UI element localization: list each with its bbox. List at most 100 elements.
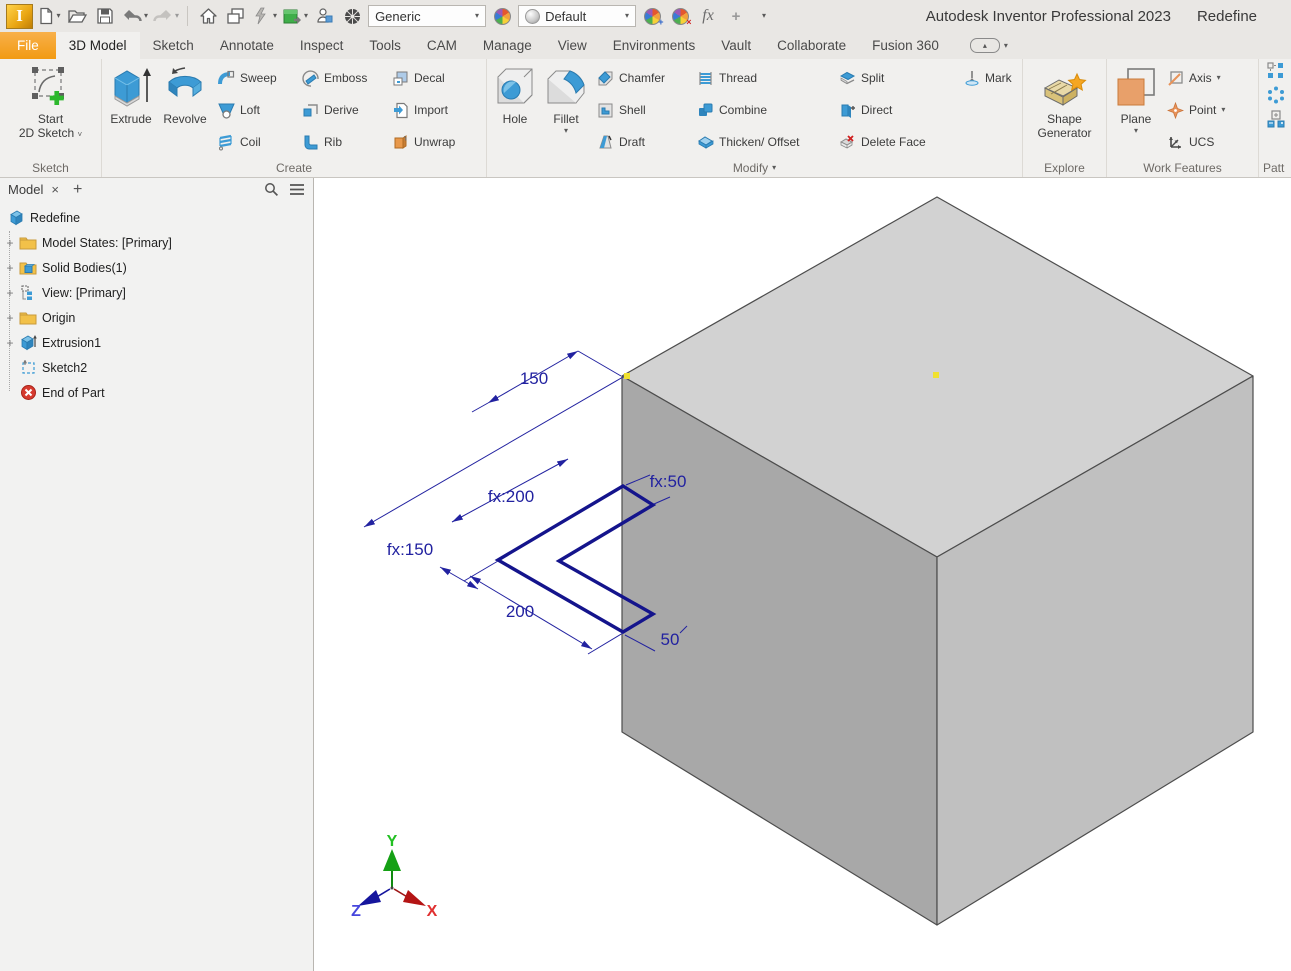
revolve-button[interactable]: Revolve [158,62,212,158]
tab-sketch[interactable]: Sketch [140,32,207,59]
adjust-appearance-button[interactable]: + [640,3,664,29]
tree-item-sketch2[interactable]: Sketch2 [0,355,313,380]
import-button[interactable]: Import [388,100,484,121]
ucs-button[interactable]: UCS [1163,132,1255,153]
rectangular-pattern-icon[interactable] [1267,62,1285,80]
web-help-button[interactable] [340,3,364,29]
unwrap-button[interactable]: Unwrap [388,132,484,153]
tab-environments[interactable]: Environments [600,32,709,59]
undo-caret-icon[interactable]: ▾ [144,12,148,20]
dim-fx150[interactable]: fx:150 [387,540,433,559]
tab-view[interactable]: View [545,32,600,59]
thicken-offset-button[interactable]: Thicken/ Offset [693,132,835,153]
chamfer-button[interactable]: Chamfer [593,68,693,89]
tree-item-extrusion1[interactable]: + Extrusion1 [0,330,313,355]
add-command-button[interactable]: + [724,3,748,29]
browser-search-icon[interactable] [264,182,279,197]
switch-windows-button[interactable] [224,3,248,29]
tab-annotate[interactable]: Annotate [207,32,287,59]
tree-item-model-states[interactable]: + Model States: [Primary] [0,230,313,255]
rib-button[interactable]: Rib [298,132,388,153]
sweep-button[interactable]: Sweep [214,68,298,89]
tree-item-end-of-part[interactable]: End of Part [0,380,313,405]
tree-item-view[interactable]: + View: [Primary] [0,280,313,305]
plane-button[interactable]: Plane ▾ [1111,62,1161,158]
viewport-canvas[interactable]: 150 fx:200 fx:150 200 fx:50 50 [314,178,1291,966]
direct-button[interactable]: Direct [835,100,959,121]
delete-face-button[interactable]: Delete Face [835,132,959,153]
circular-pattern-icon[interactable] [1267,86,1285,104]
tree-item-redefine[interactable]: Redefine [0,205,313,230]
material-select[interactable]: Generic ▾ [368,5,486,27]
new-file-button[interactable]: ▾ [37,3,61,29]
tab-fusion-360[interactable]: Fusion 360 [859,32,952,59]
dim-fx200[interactable]: fx:200 [488,487,534,506]
quick-command-button[interactable]: ▾ [252,3,277,29]
dim-150[interactable]: 150 [520,369,548,388]
expand-icon[interactable]: + [2,261,18,275]
start-2d-sketch-button[interactable]: Start 2D Sketch ˅ [16,62,85,158]
browser-tab-model[interactable]: Model [8,182,43,197]
tab-file[interactable]: File [0,32,56,59]
point-caret-icon[interactable]: ▾ [1221,106,1225,114]
fillet-caret-icon[interactable]: ▾ [564,127,568,135]
coil-button[interactable]: Coil [214,132,298,153]
ribbon-collapse-caret-icon[interactable]: ▾ [1004,42,1008,50]
draft-button[interactable]: Draft [593,132,693,153]
decal-button[interactable]: Decal [388,68,484,89]
dim-200[interactable]: 200 [506,602,534,621]
new-file-caret-icon[interactable]: ▾ [56,12,60,20]
fillet-button[interactable]: Fillet ▾ [541,62,591,158]
mirror-icon[interactable] [1267,110,1285,128]
split-button[interactable]: Split [835,68,959,89]
loft-button[interactable]: Loft [214,100,298,121]
quick-command-caret-icon[interactable]: ▾ [273,12,277,20]
appearance-select[interactable]: Default ▾ [518,5,636,27]
panel-label-create[interactable]: Create [102,158,486,177]
open-button[interactable] [65,3,89,29]
thread-button[interactable]: Thread [693,68,835,89]
panel-label-pattern[interactable]: Patt [1259,158,1291,177]
material-caret-icon[interactable]: ▾ [304,12,308,20]
inventor-logo-icon[interactable]: I [6,4,33,29]
axis-caret-icon[interactable]: ▾ [1217,74,1221,82]
panel-label-explore[interactable]: Explore [1023,158,1106,177]
panel-label-work-features[interactable]: Work Features [1107,158,1258,177]
tab-3d-model[interactable]: 3D Model [56,32,140,59]
browser-close-icon[interactable]: × [51,182,59,197]
panel-label-sketch[interactable]: Sketch [0,158,101,177]
expand-icon[interactable]: + [2,286,18,300]
model-viewport[interactable]: 150 fx:200 fx:150 200 fx:50 50 [314,178,1291,971]
browser-add-tab-icon[interactable]: + [73,181,82,199]
ribbon-collapse-button[interactable]: ▴ [970,38,1000,53]
axis-button[interactable]: Axis ▾ [1163,68,1255,89]
user-properties-button[interactable] [312,3,336,29]
plane-caret-icon[interactable]: ▾ [1134,127,1138,135]
shape-generator-button[interactable]: Shape Generator [1034,62,1094,158]
tab-vault[interactable]: Vault [708,32,764,59]
expand-icon[interactable]: + [2,311,18,325]
hole-button[interactable]: Hole [491,62,539,158]
tab-tools[interactable]: Tools [356,32,414,59]
expand-icon[interactable]: + [2,236,18,250]
save-button[interactable] [93,3,117,29]
emboss-button[interactable]: Emboss [298,68,388,89]
sketch-point-corner[interactable] [624,373,630,379]
dim-fx50[interactable]: fx:50 [650,472,687,491]
sketch-point-top-face[interactable] [933,372,939,378]
qat-overflow-button[interactable]: ▾ [752,3,776,29]
material-browser-button[interactable]: ▾ [281,3,308,29]
point-button[interactable]: Point ▾ [1163,100,1255,121]
combine-button[interactable]: Combine [693,100,835,121]
mark-button[interactable]: Mark [959,68,1029,89]
shell-button[interactable]: Shell [593,100,693,121]
extrude-button[interactable]: Extrude [106,62,156,158]
tab-collaborate[interactable]: Collaborate [764,32,859,59]
dim-50[interactable]: 50 [661,630,680,649]
home-button[interactable] [196,3,220,29]
parameters-button[interactable]: fx [696,3,720,29]
tab-cam[interactable]: CAM [414,32,470,59]
tree-item-origin[interactable]: + Origin [0,305,313,330]
expand-icon[interactable]: + [2,336,18,350]
cube-solid[interactable] [622,197,1253,925]
